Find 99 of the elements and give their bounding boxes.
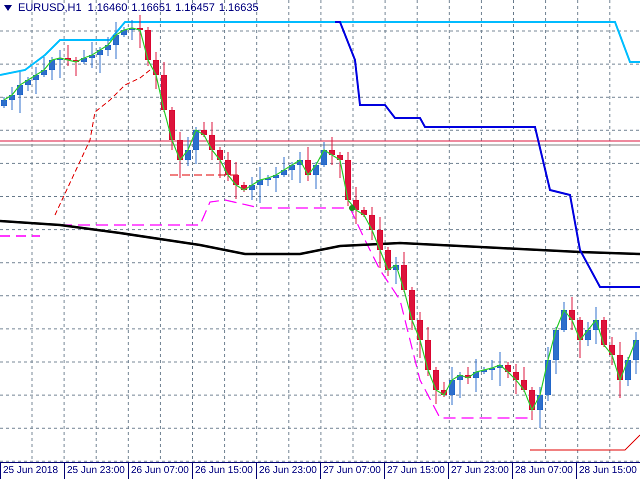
time-axis-label: 25 Jun 2018	[0, 463, 64, 479]
candlestick	[177, 132, 183, 178]
pivot-dot	[349, 205, 355, 211]
candlestick	[489, 360, 495, 380]
symbol-label: EURUSD,H1	[18, 2, 82, 14]
candlestick	[281, 156, 287, 178]
candlestick	[65, 44, 71, 66]
candlestick	[433, 366, 439, 404]
candlestick	[161, 62, 167, 112]
candlestick	[609, 336, 615, 366]
candlestick	[321, 142, 327, 168]
candlestick	[553, 326, 559, 374]
candlestick	[481, 366, 487, 374]
candlestick	[353, 186, 359, 224]
candlestick	[337, 152, 343, 178]
time-axis-label: 26 Jun 23:00	[256, 463, 320, 479]
candlestick	[257, 166, 263, 204]
candlestick	[529, 386, 535, 420]
candlestick	[329, 136, 335, 166]
candlestick	[393, 256, 399, 284]
candlestick	[89, 42, 95, 68]
candlestick	[313, 162, 319, 190]
candlestick	[217, 146, 223, 178]
candlestick	[441, 382, 447, 398]
candlestick	[265, 174, 271, 186]
candlestick	[113, 22, 119, 60]
candlestick	[585, 322, 591, 346]
price-value: 1.16651	[131, 2, 172, 14]
price-value: 1.16635	[218, 2, 259, 14]
candlestick	[497, 352, 503, 386]
candlestick	[25, 76, 31, 92]
price-value: 1.16460	[88, 2, 128, 14]
candlestick	[521, 366, 527, 392]
candlestick	[81, 50, 87, 64]
candlestick	[601, 316, 607, 348]
candlestick	[193, 126, 199, 164]
candlestick	[225, 152, 231, 182]
candlestick	[169, 106, 175, 150]
candlestick	[121, 26, 127, 38]
candlestick	[361, 206, 367, 218]
candlestick	[209, 122, 215, 160]
candlestick	[57, 50, 63, 78]
dashed-level-line	[0, 235, 40, 237]
candlestick	[97, 46, 103, 74]
candlestick	[145, 26, 151, 66]
candlestick	[401, 252, 407, 292]
candlestick	[457, 372, 463, 398]
candlestick	[409, 286, 415, 330]
candlestick	[593, 306, 599, 344]
stop-dashed-line	[170, 174, 240, 176]
candlestick	[449, 366, 455, 406]
candlestick	[625, 356, 631, 386]
candlestick	[33, 66, 39, 94]
candlestick	[537, 386, 543, 428]
candlestick	[49, 56, 55, 80]
candlestick	[633, 332, 639, 374]
time-axis-label: 28 Jun 07:00	[512, 463, 576, 479]
candlestick	[185, 136, 191, 166]
time-axis-label: 26 Jun 07:00	[128, 463, 192, 479]
time-axis-label: 28 Jun 15:00	[576, 463, 640, 479]
candlestick	[9, 86, 15, 110]
candlestick	[153, 52, 159, 90]
candlestick	[17, 72, 23, 114]
time-axis-label: 26 Jun 15:00	[192, 463, 256, 479]
candlestick	[137, 14, 143, 48]
candlestick	[201, 122, 207, 138]
candlestick	[569, 296, 575, 330]
candlestick	[105, 36, 111, 56]
candlestick	[249, 176, 255, 200]
candlestick	[289, 162, 295, 180]
price-value: 1.16457	[175, 2, 215, 14]
candlestick	[1, 96, 7, 108]
candlestick	[417, 312, 423, 358]
candlestick	[545, 346, 551, 402]
candlestick	[617, 342, 623, 398]
candlestick	[577, 316, 583, 358]
time-axis-label: 27 Jun 23:00	[448, 463, 512, 479]
candlestick	[369, 206, 375, 240]
candlestick	[241, 182, 247, 192]
candlestick	[385, 246, 391, 276]
candlestick	[465, 366, 471, 384]
candlestick	[233, 162, 239, 200]
time-axis-label: 25 Jun 23:00	[64, 463, 128, 479]
candlestick	[377, 216, 383, 268]
candlestick	[273, 166, 279, 192]
candlestick	[297, 152, 303, 184]
candlestick	[473, 358, 479, 392]
candlestick	[41, 56, 47, 78]
candlestick	[425, 326, 431, 376]
time-axis-label: 27 Jun 07:00	[320, 463, 384, 479]
time-axis-label: 27 Jun 15:00	[384, 463, 448, 479]
candlestick	[129, 20, 135, 40]
candlestick	[561, 302, 567, 332]
candlestick	[73, 56, 79, 76]
candlestick	[505, 362, 511, 378]
candlestick	[345, 152, 351, 206]
candlestick	[305, 146, 311, 182]
candlestick	[513, 364, 519, 394]
dropdown-triangle-icon[interactable]	[4, 5, 12, 11]
